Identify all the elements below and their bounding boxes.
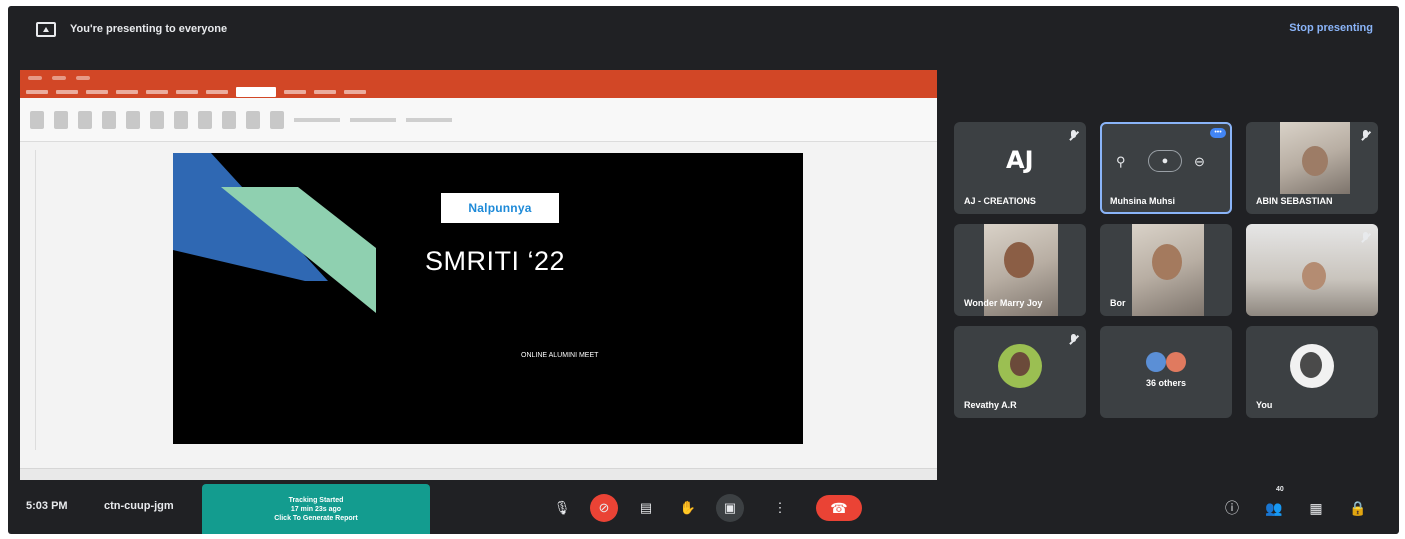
powerpoint-title-bar: [20, 70, 937, 86]
participant-tile[interactable]: ••• ⚲ ● ⊖ Muhsina Muhsi: [1100, 122, 1232, 214]
participant-name: Revathy A.R: [964, 400, 1017, 410]
participant-name: Bor: [1110, 298, 1126, 308]
tracking-status: Tracking Started: [288, 497, 344, 504]
powerpoint-status-bar: [20, 468, 937, 480]
participant-video: [1280, 122, 1350, 194]
hang-up-icon: ☎: [830, 499, 848, 516]
others-tile[interactable]: 36 others: [1100, 326, 1232, 418]
slide-subtitle: ONLINE ALUMINI MEET: [521, 352, 599, 359]
mic-off-icon: [1069, 130, 1078, 142]
self-tile[interactable]: You: [1246, 326, 1378, 418]
participant-tile[interactable]: [1246, 224, 1378, 316]
present-now-icon[interactable]: ▣: [716, 494, 744, 522]
people-icon[interactable]: 👥: [1262, 496, 1286, 520]
participant-name: AJ - CREATIONS: [964, 196, 1036, 206]
participant-video: [1132, 224, 1204, 316]
college-logo: Nalpunnya: [441, 193, 559, 223]
participant-avatar: [998, 344, 1042, 388]
shared-screen: Nalpunnya SMRITI ‘22 ONLINE ALUMINI MEET: [20, 70, 937, 480]
participant-tile[interactable]: Revathy A.R: [954, 326, 1086, 418]
meeting-controls-bar: 5:03 PM ctn-cuup-jgm Tracking Started 17…: [8, 482, 1399, 534]
participant-avatar: [1166, 352, 1186, 372]
mic-off-icon: [1361, 232, 1370, 244]
vertical-ruler: [28, 150, 36, 450]
participant-name: ABIN SEBASTIAN: [1256, 196, 1333, 206]
powerpoint-ribbon: [20, 98, 937, 142]
participant-tile[interactable]: AJ AJ - CREATIONS: [954, 122, 1086, 214]
aj-creations-logo: AJ: [1006, 146, 1034, 174]
self-avatar: [1290, 344, 1334, 388]
current-time: 5:03 PM: [26, 500, 68, 512]
people-count-badge: 40: [1276, 486, 1284, 493]
remove-icon[interactable]: ⊖: [1194, 154, 1205, 170]
mic-off-icon: [1361, 130, 1370, 142]
participant-tile[interactable]: ABIN SEBASTIAN: [1246, 122, 1378, 214]
participant-avatar: [1146, 352, 1166, 372]
pin-icon[interactable]: ⚲: [1116, 154, 1126, 170]
mic-off-icon: [1069, 334, 1078, 346]
stop-presenting-button[interactable]: Stop presenting: [1289, 22, 1373, 34]
attendance-tracking-panel[interactable]: Tracking Started 17 min 23s ago Click To…: [202, 484, 430, 534]
participant-video: [1246, 224, 1378, 316]
speaker-notes-area[interactable]: [20, 452, 937, 466]
tracking-elapsed: 17 min 23s ago: [290, 506, 342, 513]
host-controls-icon[interactable]: 🔒: [1346, 496, 1370, 520]
mute-icon[interactable]: ●: [1148, 150, 1182, 172]
generate-report-link[interactable]: Click To Generate Report: [202, 514, 430, 523]
more-options-icon[interactable]: ⋮: [766, 494, 794, 522]
presenting-banner: You're presenting to everyone Stop prese…: [8, 6, 1399, 52]
college-logo-text: Nalpunnya: [468, 201, 532, 215]
present-screen-icon: [36, 22, 56, 37]
participant-name: You: [1256, 400, 1273, 410]
camera-off-icon[interactable]: ⊘: [590, 494, 618, 522]
meeting-details-icon[interactable]: ⓘ: [1220, 496, 1244, 520]
chat-icon[interactable]: ▦: [1304, 496, 1328, 520]
powerpoint-ribbon-tabs: [20, 86, 937, 98]
raise-hand-icon[interactable]: ✋: [674, 494, 702, 522]
more-options-badge[interactable]: •••: [1210, 128, 1226, 138]
meeting-code: ctn-cuup-jgm: [104, 500, 174, 512]
microphone-icon[interactable]: 🎙: [548, 494, 576, 522]
participant-tile[interactable]: Bor: [1100, 224, 1232, 316]
captions-icon[interactable]: ▤: [632, 494, 660, 522]
others-count: 36 others: [1146, 378, 1187, 388]
presenting-status-text: You're presenting to everyone: [70, 23, 228, 35]
slide-title: SMRITI ‘22: [425, 246, 566, 276]
leave-call-button[interactable]: ☎: [816, 495, 862, 521]
participant-tile[interactable]: Wonder Marry Joy: [954, 224, 1086, 316]
meet-window: You're presenting to everyone Stop prese…: [8, 6, 1399, 534]
participant-name: Muhsina Muhsi: [1110, 196, 1175, 206]
slide-canvas: Nalpunnya SMRITI ‘22 ONLINE ALUMINI MEET: [173, 153, 803, 444]
participant-name: Wonder Marry Joy: [964, 298, 1043, 308]
